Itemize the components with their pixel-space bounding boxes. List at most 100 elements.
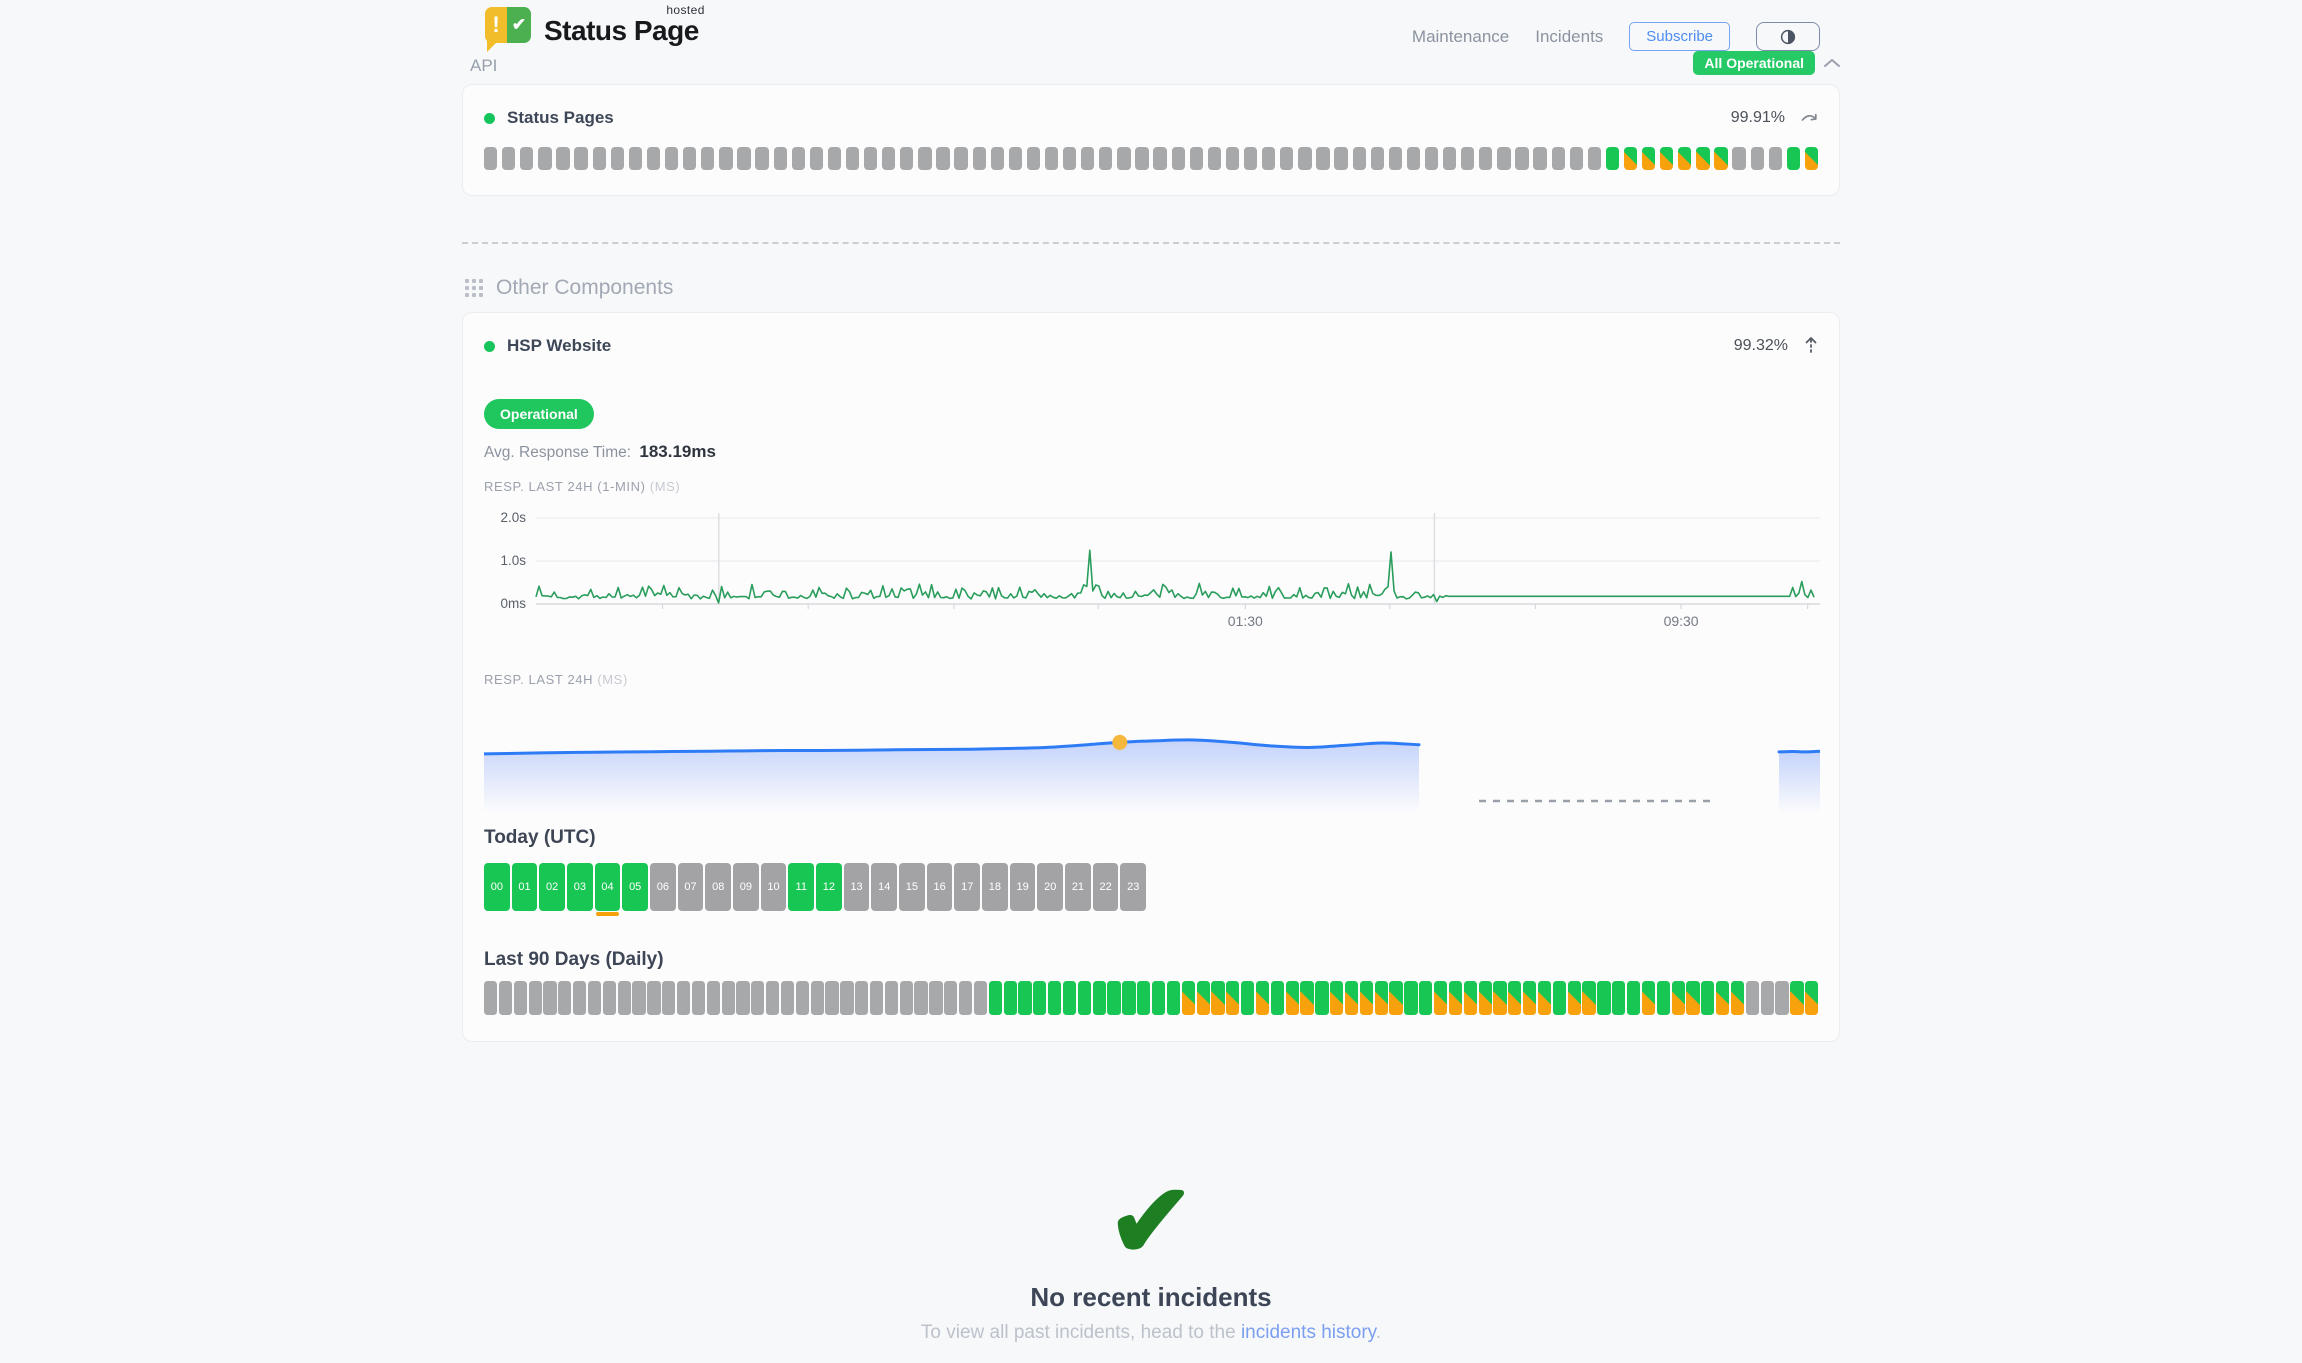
uptime-block[interactable] [929, 981, 942, 1015]
uptime-block[interactable] [1479, 147, 1492, 170]
theme-toggle-button[interactable] [1756, 22, 1820, 51]
uptime-block[interactable] [1117, 147, 1130, 170]
uptime-block[interactable] [1761, 981, 1774, 1015]
uptime-block[interactable] [1211, 981, 1224, 1015]
hour-block-13[interactable]: 13 [844, 863, 870, 911]
uptime-block[interactable] [1280, 147, 1293, 170]
hour-block-02[interactable]: 02 [539, 863, 565, 911]
uptime-block[interactable] [603, 981, 616, 1015]
uptime-block[interactable] [1606, 147, 1619, 170]
uptime-block[interactable] [781, 981, 794, 1015]
uptime-block[interactable] [944, 981, 957, 1015]
uptime-block[interactable] [1672, 981, 1685, 1015]
uptime-block[interactable] [1152, 981, 1165, 1015]
uptime-block[interactable] [1570, 147, 1583, 170]
uptime-block[interactable] [1515, 147, 1528, 170]
uptime-block[interactable] [918, 147, 931, 170]
uptime-block[interactable] [882, 147, 895, 170]
uptime-block[interactable] [1552, 147, 1565, 170]
uptime-block[interactable] [1523, 981, 1536, 1015]
uptime-block[interactable] [1048, 981, 1061, 1015]
uptime-block[interactable] [1135, 147, 1148, 170]
uptime-block[interactable] [1137, 981, 1150, 1015]
uptime-block[interactable] [811, 981, 824, 1015]
uptime-block[interactable] [1271, 981, 1284, 1015]
hour-block-17[interactable]: 17 [954, 863, 980, 911]
uptime-block[interactable] [593, 147, 606, 170]
uptime-block[interactable] [1208, 147, 1221, 170]
uptime-block[interactable] [1027, 147, 1040, 170]
arrow-up-dashed-icon[interactable] [1804, 336, 1818, 356]
hour-block-20[interactable]: 20 [1037, 863, 1063, 911]
uptime-block[interactable] [558, 981, 571, 1015]
uptime-block[interactable] [1063, 147, 1076, 170]
hour-block-03[interactable]: 03 [567, 863, 593, 911]
subscribe-button[interactable]: Subscribe [1629, 22, 1730, 51]
uptime-block[interactable] [1464, 981, 1477, 1015]
uptime-block[interactable] [1300, 981, 1313, 1015]
uptime-block[interactable] [1093, 981, 1106, 1015]
hour-block-12[interactable]: 12 [816, 863, 842, 911]
uptime-block[interactable] [543, 981, 556, 1015]
uptime-block[interactable] [588, 981, 601, 1015]
uptime-block[interactable] [1627, 981, 1640, 1015]
hour-block-21[interactable]: 21 [1065, 863, 1091, 911]
uptime-block[interactable] [1241, 981, 1254, 1015]
uptime-block[interactable] [647, 147, 660, 170]
uptime-block[interactable] [737, 147, 750, 170]
uptime-block[interactable] [538, 147, 551, 170]
uptime-block[interactable] [1107, 981, 1120, 1015]
uptime-block[interactable] [1330, 981, 1343, 1015]
uptime-block[interactable] [1099, 147, 1112, 170]
uptime-block[interactable] [632, 981, 645, 1015]
uptime-block[interactable] [514, 981, 527, 1015]
uptime-block[interactable] [1434, 981, 1447, 1015]
uptime-block[interactable] [1508, 981, 1521, 1015]
uptime-block[interactable] [1286, 981, 1299, 1015]
uptime-block[interactable] [1298, 147, 1311, 170]
uptime-block[interactable] [1775, 981, 1788, 1015]
uptime-block[interactable] [1746, 981, 1759, 1015]
uptime-block[interactable] [722, 981, 735, 1015]
uptime-block[interactable] [828, 147, 841, 170]
uptime-block[interactable] [900, 981, 913, 1015]
uptime-block[interactable] [959, 981, 972, 1015]
uptime-block[interactable] [1678, 147, 1691, 170]
uptime-block[interactable] [1353, 147, 1366, 170]
uptime-block[interactable] [1389, 147, 1402, 170]
uptime-block[interactable] [1389, 981, 1402, 1015]
uptime-block[interactable] [1081, 147, 1094, 170]
uptime-block[interactable] [677, 981, 690, 1015]
uptime-block[interactable] [885, 981, 898, 1015]
all-operational-badge[interactable]: All Operational [1693, 51, 1815, 75]
uptime-block[interactable] [1315, 981, 1328, 1015]
uptime-block[interactable] [1805, 981, 1818, 1015]
uptime-block[interactable] [1078, 981, 1091, 1015]
uptime-block[interactable] [701, 147, 714, 170]
uptime-block[interactable] [900, 147, 913, 170]
hour-block-14[interactable]: 14 [871, 863, 897, 911]
uptime-block[interactable] [1787, 147, 1800, 170]
uptime-block[interactable] [719, 147, 732, 170]
incidents-history-link[interactable]: incidents history [1241, 1322, 1376, 1343]
uptime-block[interactable] [665, 147, 678, 170]
uptime-block[interactable] [1033, 981, 1046, 1015]
uptime-block[interactable] [1443, 147, 1456, 170]
uptime-block[interactable] [974, 981, 987, 1015]
uptime-block[interactable] [520, 147, 533, 170]
uptime-block[interactable] [810, 147, 823, 170]
uptime-block[interactable] [1533, 147, 1546, 170]
uptime-block[interactable] [1805, 147, 1818, 170]
uptime-block[interactable] [864, 147, 877, 170]
hour-block-06[interactable]: 06 [650, 863, 676, 911]
uptime-block[interactable] [573, 981, 586, 1015]
uptime-block[interactable] [774, 147, 787, 170]
uptime-block[interactable] [1588, 147, 1601, 170]
hour-block-05[interactable]: 05 [622, 863, 648, 911]
uptime-block[interactable] [556, 147, 569, 170]
uptime-block[interactable] [792, 147, 805, 170]
uptime-block[interactable] [1407, 147, 1420, 170]
uptime-block[interactable] [1642, 981, 1655, 1015]
uptime-block[interactable] [1497, 147, 1510, 170]
uptime-block[interactable] [629, 147, 642, 170]
